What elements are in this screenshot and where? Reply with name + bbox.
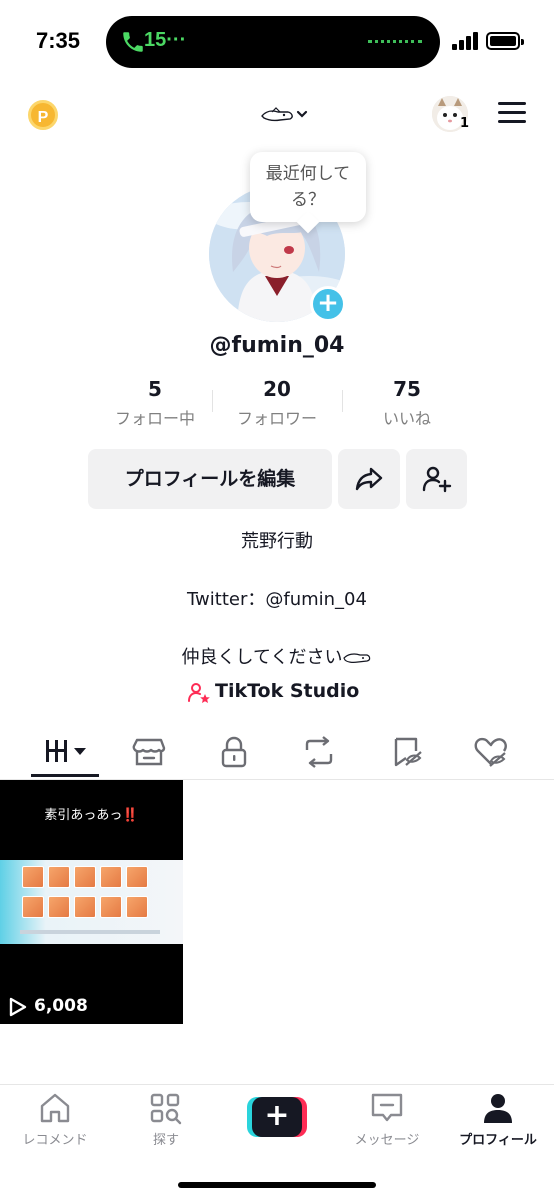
share-icon <box>355 467 383 491</box>
battery-icon <box>486 32 524 50</box>
edit-profile-button[interactable]: プロフィールを編集 <box>88 449 332 509</box>
video-frame <box>0 860 183 944</box>
profile-stats: 5 フォロー中 20 フォロワー 75 いいね <box>94 376 460 432</box>
play-icon <box>9 997 27 1017</box>
bio-line: 仲良くしてください <box>0 643 554 669</box>
tab-videos[interactable] <box>44 736 90 768</box>
followers-stat[interactable]: 20 フォロワー <box>216 376 338 429</box>
dynamic-island[interactable]: 15··· <box>106 16 440 68</box>
account-switch-icon[interactable] <box>258 104 310 128</box>
profile-tabs <box>0 724 554 780</box>
nav-discover-label: 探す <box>152 1133 179 1148</box>
tab-liked[interactable] <box>473 736 509 768</box>
tab-reposts[interactable] <box>301 736 337 768</box>
create-button[interactable]: + <box>247 1097 307 1137</box>
username: @fumin_04 <box>209 333 345 358</box>
tab-private[interactable] <box>216 736 252 768</box>
share-profile-button[interactable] <box>338 449 400 509</box>
signal-icon <box>452 32 478 50</box>
repost-icon <box>305 736 333 768</box>
coin-icon[interactable]: P <box>28 100 58 130</box>
plus-icon: + <box>252 1097 302 1137</box>
message-icon <box>371 1093 403 1122</box>
chevron-down-icon <box>296 110 308 118</box>
bubble-text: 最近何して る？ <box>265 164 351 210</box>
studio-label: TikTok Studio <box>215 680 360 702</box>
nav-messages[interactable]: メッセージ <box>332 1091 442 1151</box>
nav-profile-label: プロフィール <box>459 1133 537 1148</box>
notification-count: 1 <box>460 116 470 131</box>
emoji-icon <box>343 653 371 663</box>
shop-icon <box>132 738 166 766</box>
followers-count: 20 <box>263 377 291 401</box>
nav-profile[interactable]: プロフィール <box>443 1091 553 1151</box>
add-avatar-button[interactable]: + <box>310 286 346 322</box>
bio-line: Twitter：@fumin_04 <box>187 589 367 610</box>
likes-count: 75 <box>393 377 421 401</box>
liked-icon <box>474 737 507 767</box>
status-bar: 7:35 15··· <box>0 0 554 80</box>
home-indicator <box>178 1182 376 1188</box>
phone-icon <box>123 32 143 52</box>
discover-icon <box>150 1093 182 1125</box>
status-time: 7:35 <box>36 28 81 53</box>
following-count: 5 <box>148 377 162 401</box>
followers-label: フォロワー <box>236 409 317 428</box>
video-caption: 素引あっあっ‼️ <box>44 808 139 823</box>
following-label: フォロー中 <box>114 409 195 428</box>
following-stat[interactable]: 5 フォロー中 <box>94 376 216 429</box>
videos-grid-icon <box>46 740 86 762</box>
menu-icon[interactable] <box>498 102 526 124</box>
profile-icon <box>484 1094 512 1123</box>
add-friend-button[interactable] <box>406 449 467 509</box>
tab-favorites[interactable] <box>389 736 425 768</box>
lock-icon <box>221 736 247 768</box>
video-thumbnail[interactable]: 素引あっあっ‼️ 6,008 <box>0 780 183 1024</box>
nav-messages-label: メッセージ <box>354 1133 420 1148</box>
nav-discover[interactable]: 探す <box>111 1091 221 1151</box>
studio-icon <box>188 683 210 703</box>
likes-label: いいね <box>382 409 431 428</box>
nav-home[interactable]: レコメンド <box>0 1091 110 1151</box>
audio-waveform <box>368 40 422 44</box>
nav-home-label: レコメンド <box>22 1133 88 1148</box>
add-user-icon <box>422 466 452 493</box>
bio-line: 荒野行動 <box>241 531 313 552</box>
tab-shop[interactable] <box>131 736 167 768</box>
saved-icon <box>394 737 422 767</box>
stat-divider <box>342 390 343 412</box>
likes-stat[interactable]: 75 いいね <box>346 376 468 429</box>
call-duration: 15··· <box>144 29 187 51</box>
status-bubble[interactable]: 最近何して る？ <box>250 152 366 222</box>
home-icon <box>40 1093 70 1123</box>
active-tab-indicator <box>31 774 99 777</box>
stat-divider <box>212 390 213 412</box>
